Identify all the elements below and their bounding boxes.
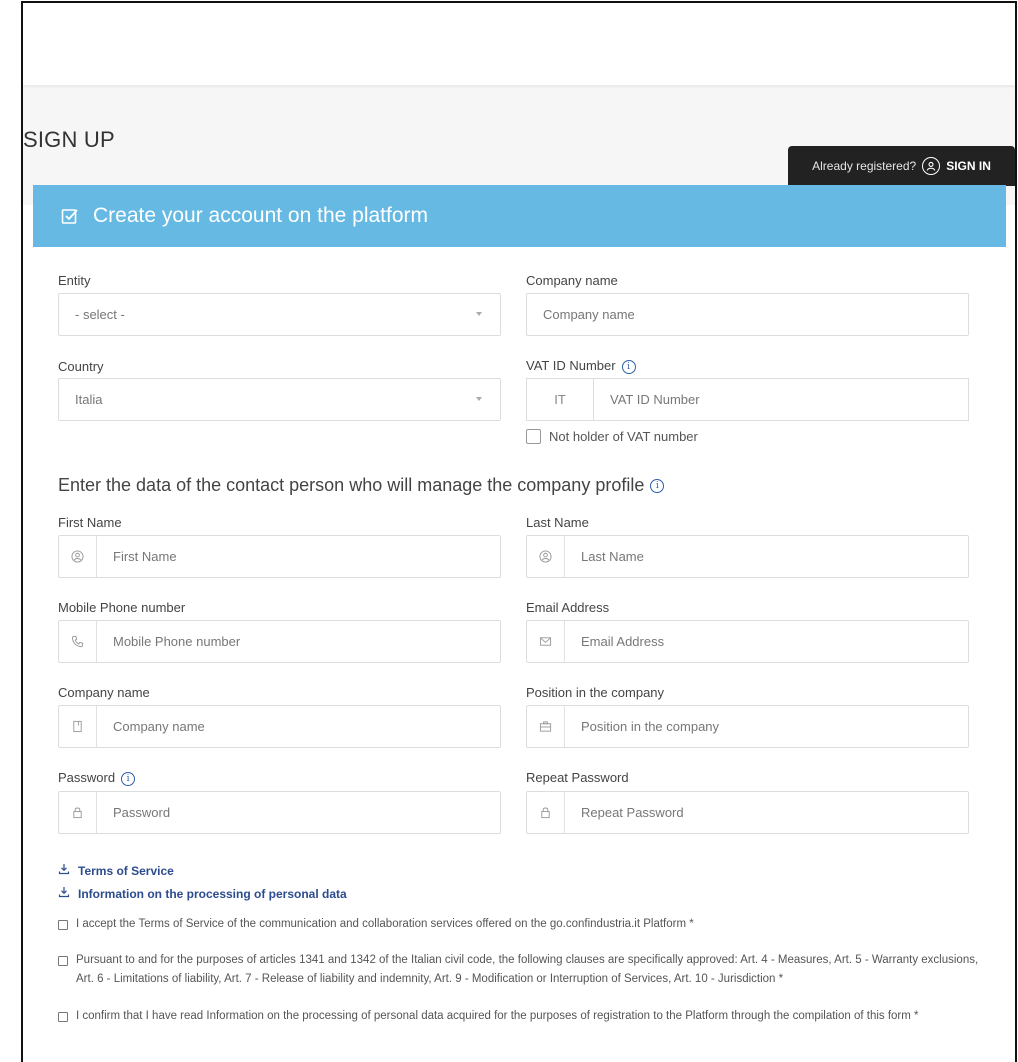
company-name-label: Company name xyxy=(526,273,618,288)
last-name-input[interactable]: Last Name xyxy=(526,535,969,578)
top-bar xyxy=(23,3,1015,85)
form-header-title: Create your account on the platform xyxy=(93,204,429,227)
consent-privacy: I confirm that I have read Information o… xyxy=(58,1007,993,1026)
consent-terms-text: I accept the Terms of Service of the com… xyxy=(76,918,694,930)
user-circle-icon xyxy=(922,157,941,175)
first-name-input[interactable]: First Name xyxy=(58,535,501,578)
info-icon[interactable]: i xyxy=(621,359,636,374)
consent-terms: I accept the Terms of Service of the com… xyxy=(58,915,993,934)
password-input[interactable]: Password xyxy=(58,791,501,834)
info-icon[interactable]: i xyxy=(650,479,665,494)
repeat-password-placeholder: Repeat Password xyxy=(581,805,684,820)
no-vat-checkbox[interactable]: Not holder of VAT number xyxy=(526,429,698,444)
terms-link[interactable]: Terms of Service xyxy=(58,863,174,878)
first-name-placeholder: First Name xyxy=(113,549,177,564)
vat-input-group: IT VAT ID Number xyxy=(526,378,969,421)
company-name-input[interactable]: Company name xyxy=(526,293,969,336)
mobile-label: Mobile Phone number xyxy=(58,600,186,615)
consent-civil-code-checkbox[interactable] xyxy=(58,956,68,966)
company-name-placeholder: Company name xyxy=(543,307,635,322)
country-select[interactable]: Italia xyxy=(58,378,501,421)
password-placeholder: Password xyxy=(113,805,171,820)
password-label: Password i xyxy=(58,770,136,786)
terms-link-label: Terms of Service xyxy=(78,863,174,878)
vat-label-text: VAT ID Number xyxy=(526,358,616,373)
checkbox-icon xyxy=(61,207,79,225)
email-placeholder: Email Address xyxy=(581,634,665,649)
chevron-down-icon xyxy=(476,397,482,401)
form-header: Create your account on the platform xyxy=(33,185,1006,247)
mobile-placeholder: Mobile Phone number xyxy=(113,634,241,649)
country-label: Country xyxy=(58,359,104,374)
repeat-password-label: Repeat Password xyxy=(526,770,629,785)
info-icon[interactable]: i xyxy=(121,771,136,786)
consent-privacy-text: I confirm that I have read Information o… xyxy=(76,1010,919,1022)
privacy-link-label: Information on the processing of persona… xyxy=(78,886,347,901)
signin-link[interactable]: SIGN IN xyxy=(946,159,991,173)
entity-label: Entity xyxy=(58,273,91,288)
page-frame: SIGN UP Already registered? SIGN IN Crea… xyxy=(21,1,1017,1062)
envelope-icon xyxy=(527,621,565,662)
consent-civil-code-text: Pursuant to and for the purposes of arti… xyxy=(76,954,979,985)
mobile-input[interactable]: Mobile Phone number xyxy=(58,620,501,663)
entity-select[interactable]: - select - xyxy=(58,293,501,336)
email-input[interactable]: Email Address xyxy=(526,620,969,663)
signin-bar: Already registered? SIGN IN xyxy=(788,146,1015,186)
repeat-password-input[interactable]: Repeat Password xyxy=(526,791,969,834)
chevron-down-icon xyxy=(476,312,482,316)
privacy-link[interactable]: Information on the processing of persona… xyxy=(58,886,347,901)
vat-input[interactable]: VAT ID Number xyxy=(594,378,969,421)
last-name-label: Last Name xyxy=(526,515,589,530)
entity-select-value: - select - xyxy=(75,307,125,322)
vat-placeholder: VAT ID Number xyxy=(610,392,700,407)
first-name-label: First Name xyxy=(58,515,122,530)
vat-label: VAT ID Number i xyxy=(526,358,636,374)
contact-company-placeholder: Company name xyxy=(113,719,205,734)
consent-civil-code: Pursuant to and for the purposes of arti… xyxy=(58,951,993,989)
lock-icon xyxy=(59,792,97,833)
user-icon xyxy=(527,536,565,577)
phone-icon xyxy=(59,621,97,662)
contact-section-title: Enter the data of the contact person who… xyxy=(58,475,665,496)
building-icon xyxy=(59,706,97,747)
position-placeholder: Position in the company xyxy=(581,719,720,734)
contact-section-text: Enter the data of the contact person who… xyxy=(58,475,645,495)
consent-privacy-checkbox[interactable] xyxy=(58,1012,68,1022)
signup-form: Entity - select - Company name Company n… xyxy=(33,247,1006,1062)
consent-terms-checkbox[interactable] xyxy=(58,920,68,930)
last-name-placeholder: Last Name xyxy=(581,549,644,564)
download-icon xyxy=(58,863,70,878)
lock-icon xyxy=(527,792,565,833)
signin-question: Already registered? xyxy=(812,159,917,173)
download-icon xyxy=(58,886,70,901)
briefcase-icon xyxy=(527,706,565,747)
email-label: Email Address xyxy=(526,600,610,615)
page-title: SIGN UP xyxy=(23,127,115,152)
user-icon xyxy=(59,536,97,577)
no-vat-label: Not holder of VAT number xyxy=(549,429,698,444)
position-input[interactable]: Position in the company xyxy=(526,705,969,748)
country-select-value: Italia xyxy=(75,392,103,407)
position-label: Position in the company xyxy=(526,685,665,700)
contact-company-input[interactable]: Company name xyxy=(58,705,501,748)
vat-prefix: IT xyxy=(526,378,594,421)
password-label-text: Password xyxy=(58,770,116,785)
contact-company-label: Company name xyxy=(58,685,150,700)
checkbox[interactable] xyxy=(526,429,541,444)
